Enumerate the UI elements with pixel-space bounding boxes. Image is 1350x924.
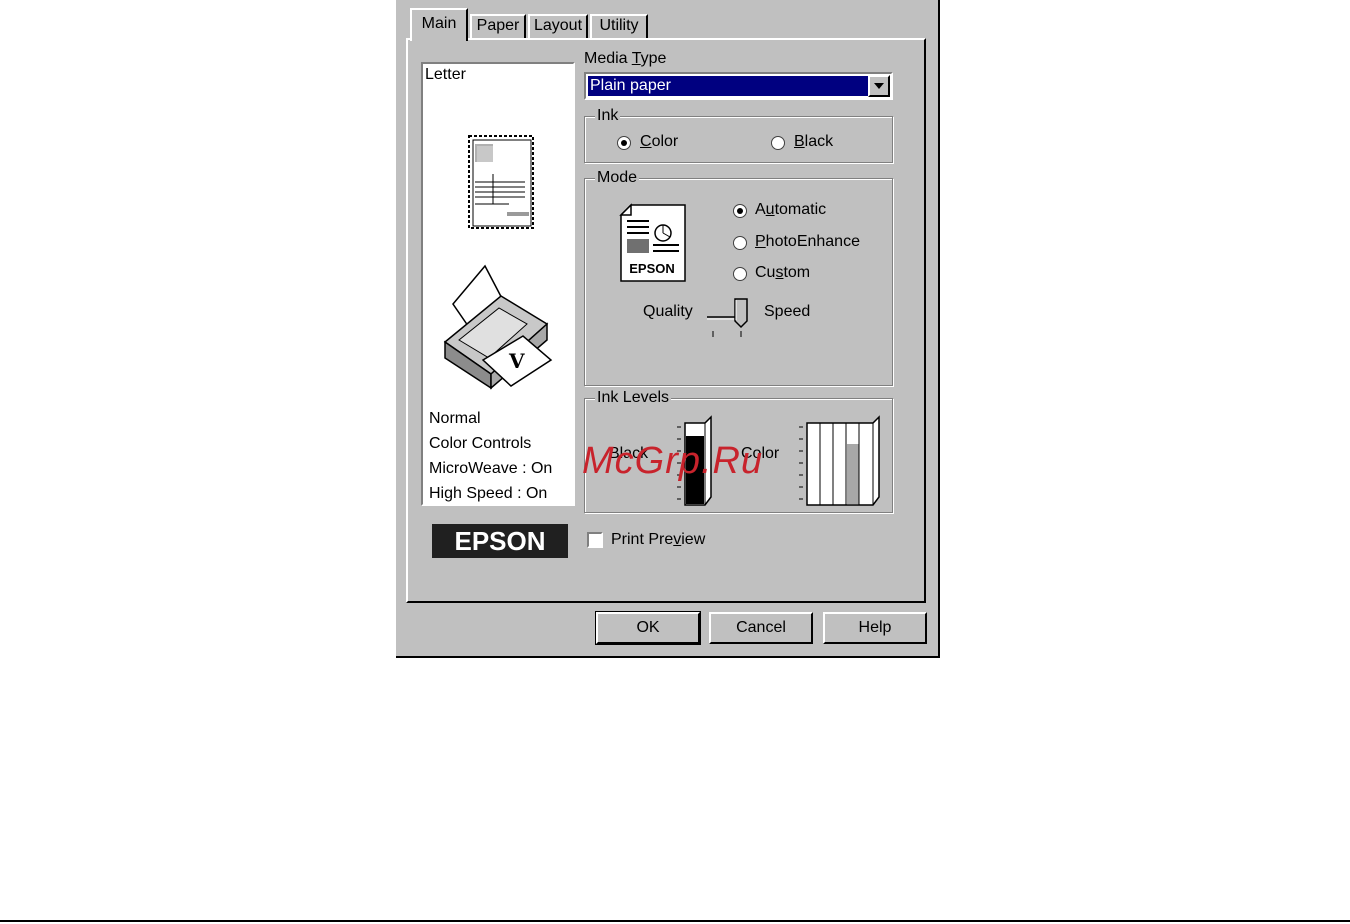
print-preview-label[interactable]: Print Preview	[611, 531, 705, 549]
mode-custom-radio[interactable]	[733, 267, 747, 281]
ink-color-label[interactable]: Color	[640, 133, 678, 151]
tab-paper-label: Paper	[476, 17, 520, 34]
tab-main[interactable]: Main	[410, 8, 468, 41]
mode-automatic-radio[interactable]	[733, 204, 747, 218]
tab-paper[interactable]: Paper	[470, 14, 526, 38]
color-ink-level-fill-3	[834, 444, 846, 504]
help-button[interactable]: Help	[823, 612, 927, 644]
media-type-label-post: ype	[640, 50, 667, 67]
media-type-select[interactable]: Plain paper	[584, 72, 893, 100]
tab-main-label: Main	[421, 15, 457, 32]
mode-photoenhance-post: hotoEnhance	[765, 233, 860, 250]
ink-color-radio[interactable]	[617, 136, 631, 150]
ink-black-text: lack	[804, 133, 834, 150]
setting-high-speed: High Speed : On	[429, 485, 548, 502]
mode-custom-pre: Cu	[755, 264, 776, 281]
slider-quality-label: Quality	[643, 303, 693, 320]
ink-group: Ink Color Black	[584, 107, 893, 163]
mode-photoenhance-label[interactable]: PhotoEnhance	[755, 233, 860, 251]
tab-utility-label: Utility	[599, 17, 639, 34]
slider-thumb[interactable]	[734, 298, 748, 329]
ink-levels-title: Ink Levels	[595, 389, 672, 407]
print-preview-pre: Print Pre	[611, 531, 674, 548]
color-ink-level-fill-5	[860, 444, 873, 504]
mode-automatic-mnemonic: u	[765, 201, 775, 218]
ink-black-radio[interactable]	[771, 136, 785, 150]
tab-layout[interactable]: Layout	[528, 14, 588, 38]
color-ink-level-fill-4	[847, 444, 859, 504]
media-type-value: Plain paper	[588, 76, 868, 96]
mode-custom-label[interactable]: Custom	[755, 264, 810, 282]
mode-automatic-label[interactable]: Automatic	[755, 201, 826, 219]
document-preview-icon	[468, 135, 534, 229]
ink-black-mnemonic: B	[794, 133, 805, 150]
mode-custom-post: tom	[783, 264, 811, 281]
mode-automatic-post: tomatic	[774, 201, 827, 218]
epson-icon-text: EPSON	[629, 261, 675, 276]
mode-automatic-pre: A	[755, 201, 766, 218]
settings-preview: Letter V Normal Color Controls MicroWeav	[421, 62, 575, 506]
svg-text:V: V	[508, 349, 525, 373]
epson-document-icon: EPSON	[619, 203, 686, 282]
cancel-button[interactable]: Cancel	[709, 612, 813, 644]
media-type-dropdown-button[interactable]	[868, 75, 890, 97]
media-type-label-mnemonic: T	[631, 50, 641, 67]
printer-properties-dialog: Main Paper Layout Utility Letter V Norma…	[396, 0, 940, 658]
page-bottom-rule	[0, 920, 1350, 922]
printer-icon: V	[443, 264, 553, 390]
tab-utility[interactable]: Utility	[590, 14, 648, 38]
color-ink-cartridge-icon	[799, 415, 880, 506]
setting-color-controls: Color Controls	[429, 435, 532, 452]
color-ink-level-fill-2	[821, 444, 833, 504]
ink-black-label[interactable]: Black	[794, 133, 833, 151]
setting-quality: Normal	[429, 410, 481, 427]
mode-group-title: Mode	[595, 169, 640, 187]
print-preview-checkbox[interactable]	[587, 532, 603, 548]
ink-color-mnemonic: C	[640, 133, 652, 150]
ink-group-title: Ink	[595, 107, 621, 125]
print-preview-post: iew	[681, 531, 706, 548]
setting-microweave: MicroWeave : On	[429, 460, 553, 477]
paper-size-label: Letter	[425, 66, 466, 83]
ink-color-text: olor	[651, 133, 679, 150]
media-type-label: Media Type	[584, 50, 666, 68]
ok-button[interactable]: OK	[595, 611, 701, 645]
chevron-down-icon	[874, 83, 884, 89]
mode-photoenhance-mnemonic: P	[755, 233, 766, 250]
watermark-text: McGrp.Ru	[582, 440, 764, 482]
media-type-label-pre: Media	[584, 50, 632, 67]
quality-speed-slider[interactable]	[703, 297, 757, 343]
slider-speed-label: Speed	[764, 303, 811, 320]
mode-photoenhance-radio[interactable]	[733, 236, 747, 250]
tab-layout-label: Layout	[533, 17, 583, 34]
mode-group: Mode EPSON Automatic PhotoEnhance Custom…	[584, 169, 893, 386]
epson-logo: EPSON	[432, 524, 568, 558]
color-ink-level-fill-1	[808, 444, 820, 504]
